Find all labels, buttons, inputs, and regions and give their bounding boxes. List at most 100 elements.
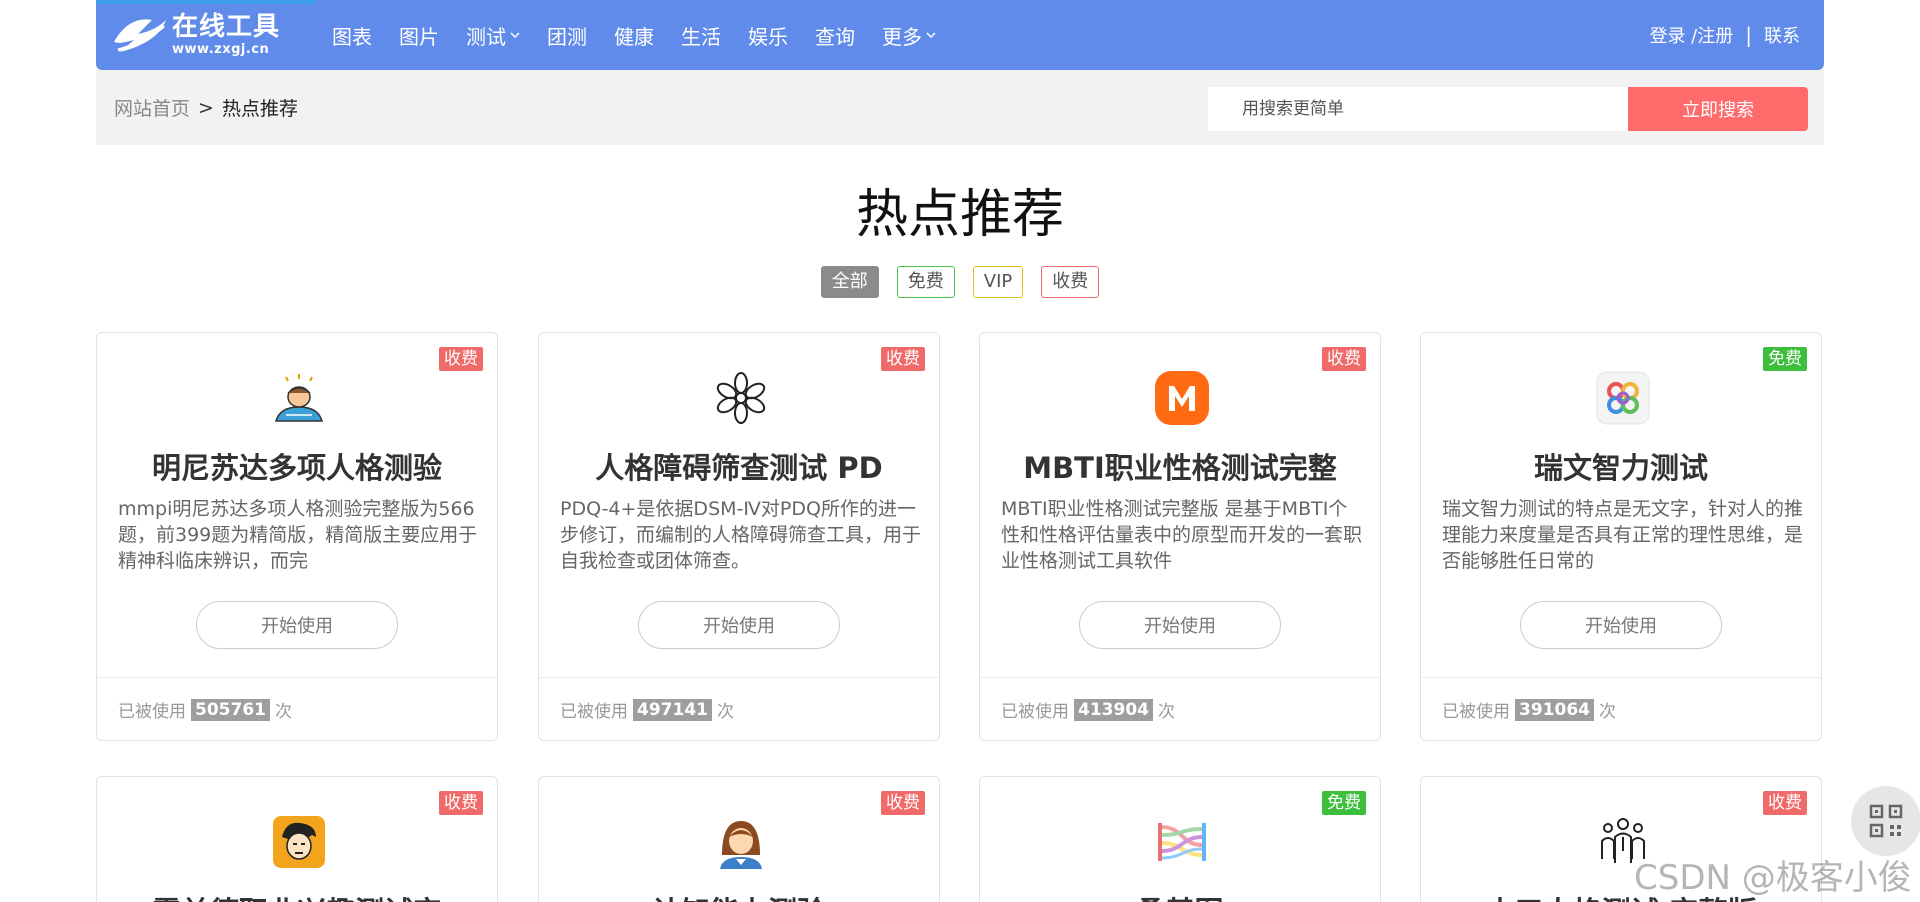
search-box: 立即搜索 <box>1208 87 1808 131</box>
page-title: 热点推荐 <box>855 185 1064 245</box>
price-badge: 收费 <box>881 791 925 815</box>
nav-label: 健康 <box>614 24 654 49</box>
site-logo[interactable]: 在线工具 www.zxgj.cn <box>108 10 280 60</box>
nav-label: 图表 <box>332 24 372 49</box>
price-badge: 收费 <box>1322 347 1366 371</box>
filter-free[interactable]: 免费 <box>896 266 955 298</box>
tool-card[interactable]: 收费 认知能力测验 <box>538 776 940 902</box>
card-title[interactable]: 瑞文智力测试 <box>1421 445 1821 487</box>
nav-item-tests[interactable]: 测试 <box>466 21 520 50</box>
usage-prefix: 已被使用 <box>118 702 186 722</box>
nav-label: 团测 <box>547 24 587 49</box>
price-badge: 收费 <box>881 347 925 371</box>
top-accent-line <box>96 0 316 4</box>
m-logo-icon <box>1155 371 1209 425</box>
card-title[interactable]: 明尼苏达多项人格测验 <box>97 445 497 487</box>
qr-code-icon <box>1869 804 1903 838</box>
nav-label: 查询 <box>815 24 855 49</box>
price-badge: 收费 <box>439 791 483 815</box>
logo-url: www.zxgj.cn <box>172 42 270 57</box>
start-button[interactable]: 开始使用 <box>196 601 398 649</box>
usage-suffix: 次 <box>716 702 734 722</box>
man-face-icon <box>273 816 325 868</box>
woman-avatar-icon <box>720 821 762 869</box>
nav-item-images[interactable]: 图片 <box>399 21 439 50</box>
main-nav: 图表 图片 测试 团测 健康 生活 娱乐 查询 更多 <box>332 0 963 70</box>
qr-code-button[interactable] <box>1851 786 1920 856</box>
usage-footer: 已被使用 497141 次 <box>539 677 939 741</box>
flower-icon <box>716 372 766 424</box>
subheader-bar: 网站首页 > 热点推荐 立即搜索 <box>96 70 1824 145</box>
start-button[interactable]: 开始使用 <box>1520 601 1722 649</box>
nav-item-query[interactable]: 查询 <box>815 21 855 50</box>
breadcrumb-separator: > <box>198 96 214 119</box>
login-register-link[interactable]: 登录 /注册 <box>1649 22 1733 48</box>
start-button[interactable]: 开始使用 <box>1079 601 1281 649</box>
sankey-chart-icon <box>1158 823 1206 861</box>
nav-label: 图片 <box>399 24 439 49</box>
nav-item-entertainment[interactable]: 娱乐 <box>748 21 788 50</box>
breadcrumb-current: 热点推荐 <box>221 98 298 120</box>
usage-prefix: 已被使用 <box>560 702 628 722</box>
breadcrumb: 网站首页 > 热点推荐 <box>114 70 298 145</box>
filter-paid[interactable]: 收费 <box>1041 266 1100 298</box>
search-button[interactable]: 立即搜索 <box>1628 87 1808 131</box>
card-title[interactable]: 桑基图 <box>980 889 1380 902</box>
nav-item-life[interactable]: 生活 <box>681 21 721 50</box>
nav-item-group-tests[interactable]: 团测 <box>547 21 587 50</box>
usage-suffix: 次 <box>1157 702 1175 722</box>
breadcrumb-home-link[interactable]: 网站首页 <box>114 94 190 121</box>
usage-prefix: 已被使用 <box>1001 702 1069 722</box>
card-title[interactable]: 认知能力测验 <box>539 889 939 902</box>
card-description: PDQ-4+是依据DSM-Ⅳ对PDQ所作的进一步修订，而编制的人格障碍筛查工具，… <box>560 498 921 572</box>
nav-item-health[interactable]: 健康 <box>614 21 654 50</box>
filter-all[interactable]: 全部 <box>820 266 879 298</box>
usage-count: 497141 <box>633 698 712 721</box>
card-description: mmpi明尼苏达多项人格测验完整版为566题，前399题为精简版，精简版主要应用… <box>118 498 478 572</box>
price-badge: 免费 <box>1763 347 1807 371</box>
logo-swoosh-icon <box>114 19 166 52</box>
card-title[interactable]: 霍兰德职业兴趣测试完 <box>97 889 497 902</box>
start-button[interactable]: 开始使用 <box>638 601 840 649</box>
usage-count: 413904 <box>1074 698 1153 721</box>
tool-card[interactable]: 免费 桑基图 <box>979 776 1381 902</box>
usage-count: 391064 <box>1515 698 1594 721</box>
watermark-text: CSDN @极客小俊 <box>1634 858 1912 898</box>
auth-links: 登录 /注册 | 联系 <box>1649 0 1800 70</box>
nav-label: 生活 <box>681 24 721 49</box>
usage-suffix: 次 <box>274 702 292 722</box>
filter-bar: 全部 免费 VIP 收费 <box>0 266 1920 298</box>
price-badge: 免费 <box>1322 791 1366 815</box>
card-description: 瑞文智力测试的特点是无文字，针对人的推理能力来度量是否具有正常的理性思维，是否能… <box>1442 498 1803 572</box>
person-bowing-icon <box>275 374 323 422</box>
knot-logo-icon <box>1596 371 1650 425</box>
nav-item-more[interactable]: 更多 <box>882 21 936 50</box>
card-title[interactable]: MBTI职业性格测试完整 <box>980 445 1380 487</box>
nav-item-charts[interactable]: 图表 <box>332 21 372 50</box>
card-description: MBTI职业性格测试完整版 是基于MBTI个性和性格评估量表中的原型而开发的一套… <box>1001 498 1362 572</box>
auth-separator: | <box>1745 23 1752 47</box>
price-badge: 收费 <box>439 347 483 371</box>
tool-card[interactable]: 收费 霍兰德职业兴趣测试完 <box>96 776 498 902</box>
filter-vip[interactable]: VIP <box>972 266 1024 298</box>
logo-title: 在线工具 <box>172 12 281 42</box>
usage-suffix: 次 <box>1598 702 1616 722</box>
usage-count: 505761 <box>191 698 270 721</box>
nav-label: 测试 <box>466 24 506 49</box>
chevron-down-icon <box>510 32 520 39</box>
tool-card[interactable]: 收费 MBTI职业性格测试完整 MBTI职业性格测试完整版 是基于MBTI个性和… <box>979 332 1381 741</box>
top-navbar: 在线工具 www.zxgj.cn 图表 图片 测试 团测 健康 生活 娱乐 查询… <box>96 0 1824 70</box>
card-title[interactable]: 人格障碍筛查测试 PD <box>539 445 939 487</box>
tool-card[interactable]: 收费 明尼苏达多项人格测验 mmpi明尼苏达多项人格测验完整版为566题，前39… <box>96 332 498 741</box>
tool-card[interactable]: 收费 人格障碍筛查测试 PD PDQ-4+是依据DSM-Ⅳ对PDQ所作的进一步修… <box>538 332 940 741</box>
chevron-down-icon <box>926 32 936 39</box>
contact-link[interactable]: 联系 <box>1764 22 1800 48</box>
usage-prefix: 已被使用 <box>1442 702 1510 722</box>
tool-card[interactable]: 免费 瑞文智力测试 瑞文智力测试的特点是无文字，针对人的推理能力来度量是否具有正… <box>1420 332 1822 741</box>
search-input[interactable] <box>1208 87 1628 131</box>
usage-footer: 已被使用 391064 次 <box>1421 677 1821 741</box>
usage-footer: 已被使用 505761 次 <box>97 677 497 741</box>
nav-label: 娱乐 <box>748 24 788 49</box>
price-badge: 收费 <box>1763 791 1807 815</box>
usage-footer: 已被使用 413904 次 <box>980 677 1380 741</box>
